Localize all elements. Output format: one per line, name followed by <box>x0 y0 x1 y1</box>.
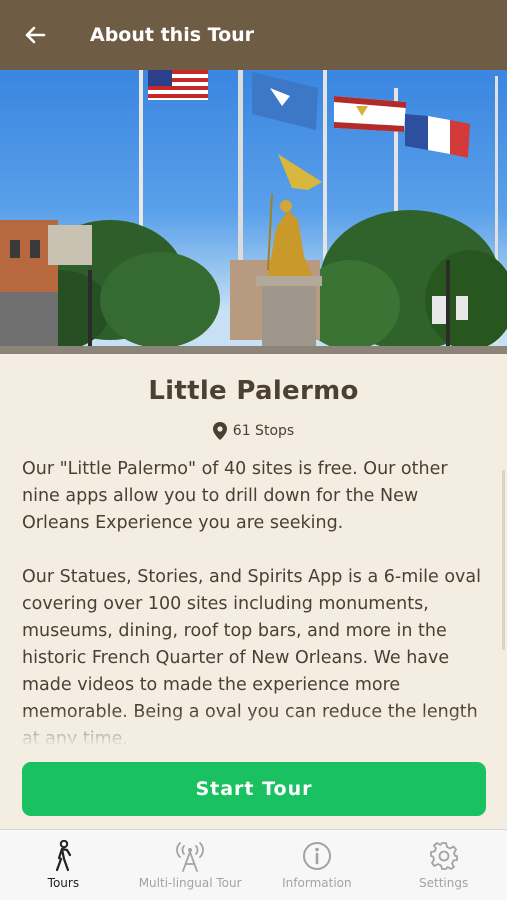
tab-label: Settings <box>419 876 469 890</box>
map-pin-icon <box>212 422 227 440</box>
tour-hero-image <box>0 70 507 354</box>
tab-label: Information <box>282 876 352 890</box>
walking-person-icon <box>56 840 72 872</box>
tab-label: Multi-lingual Tour <box>138 876 242 890</box>
arrow-left-icon <box>25 26 46 44</box>
gear-icon <box>429 842 458 870</box>
stops-count: 61 Stops <box>0 422 507 440</box>
start-tour-button[interactable]: Start Tour <box>22 762 486 816</box>
description-fade <box>0 710 507 746</box>
info-icon <box>302 842 331 870</box>
page-title: About this Tour <box>90 24 255 46</box>
tab-settings[interactable]: Settings <box>380 830 507 900</box>
tour-name: Little Palermo <box>148 376 359 406</box>
tour-description[interactable]: Our "Little Palermo" of 40 sites is free… <box>0 456 507 746</box>
tab-label: Tours <box>47 876 80 890</box>
tour-details: Little Palermo 61 Stops Our "Little Pale… <box>0 354 507 829</box>
description-paragraph: Our "Little Palermo" of 40 sites is free… <box>22 459 448 533</box>
antenna-icon <box>176 842 205 872</box>
tab-information[interactable]: Information <box>254 830 381 900</box>
app-header: About this Tour <box>0 0 507 70</box>
tab-multi-lingual-tour[interactable]: Multi-lingual Tour <box>127 830 254 900</box>
scrollbar[interactable] <box>502 470 505 650</box>
tab-tours[interactable]: Tours <box>0 830 127 900</box>
bottom-tab-bar: Tours Multi-lingual Tour Information Set… <box>0 829 507 900</box>
back-button[interactable] <box>0 0 70 70</box>
stops-label: 61 Stops <box>232 423 295 439</box>
